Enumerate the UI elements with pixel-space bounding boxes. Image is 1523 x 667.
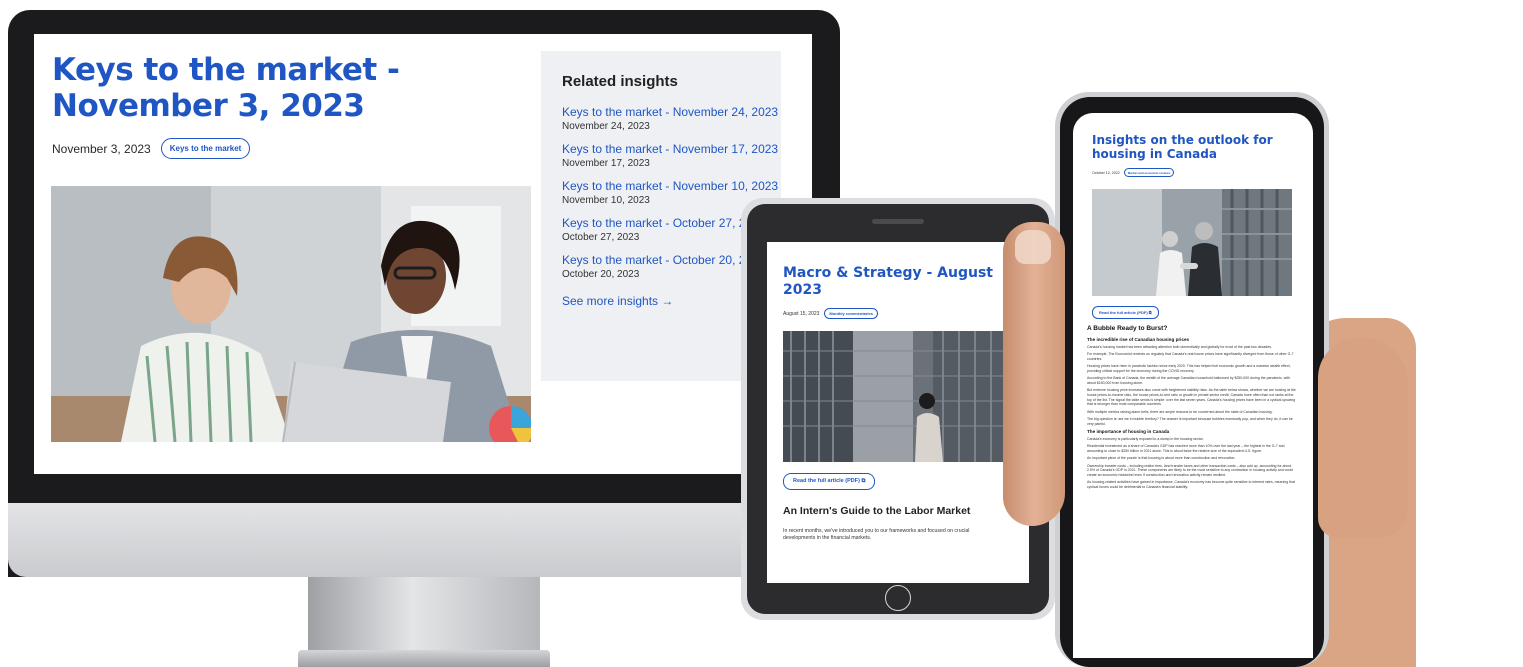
phone-paragraph: Housing prices have risen in parabolic f… — [1087, 364, 1291, 373]
phone-read-full-article-button[interactable]: Read the full article (PDF) ⧉ — [1092, 306, 1159, 319]
related-item-link[interactable]: Keys to the market - October 20, 2023 — [562, 252, 765, 268]
tablet-hero-image — [783, 331, 1019, 462]
related-item-date: November 24, 2023 — [562, 121, 650, 132]
tablet-page-title: Macro & Strategy - August 2023 — [783, 265, 993, 298]
tablet-screen: Macro & Strategy - August 2023 August 15… — [767, 242, 1029, 583]
tablet-paragraph: In recent months, we've introduced you t… — [783, 528, 970, 541]
page-title: Keys to the market - November 3, 2023 — [52, 52, 400, 124]
phone-paragraph: An important piece of the puzzle is that… — [1087, 456, 1236, 461]
phone-subheading: The importance of housing in Canada — [1087, 428, 1170, 434]
phone-page-title: Insights on the outlook for housing in C… — [1092, 133, 1273, 161]
two-women-at-laptop-image — [51, 186, 531, 442]
phone-paragraph: Residential investment as a share of Can… — [1087, 444, 1285, 453]
phone-article-meta: October 12, 2022 Market and economic rev… — [1092, 168, 1175, 177]
hand-fingers — [1318, 338, 1408, 538]
related-item-link[interactable]: Keys to the market - October 27, 2023 — [562, 215, 765, 231]
tablet-speaker — [872, 219, 924, 224]
category-tag[interactable]: Keys to the market — [160, 138, 251, 159]
phone-hero-image — [1092, 189, 1292, 296]
phone-bezel: Insights on the outlook for housing in C… — [1060, 97, 1324, 667]
monitor-chin — [8, 503, 840, 577]
hero-image — [51, 186, 531, 442]
smartphone: Insights on the outlook for housing in C… — [1055, 92, 1329, 667]
phone-screen: Insights on the outlook for housing in C… — [1073, 113, 1313, 658]
related-item-link[interactable]: Keys to the market - November 24, 2023 — [562, 104, 778, 120]
related-item-date: November 10, 2023 — [562, 195, 650, 206]
monitor-stand-base — [298, 650, 550, 667]
related-item: Keys to the market - November 24, 2023 N… — [562, 104, 778, 132]
related-item-link[interactable]: Keys to the market - November 10, 2023 — [562, 178, 778, 194]
tablet-read-full-article-button[interactable]: Read the full article (PDF) ⧉ — [783, 473, 876, 490]
phone-category-tag[interactable]: Market and economic reviews — [1123, 168, 1175, 177]
related-item-date: November 17, 2023 — [562, 158, 650, 169]
phone-paragraph: Canada's housing market has been attract… — [1087, 345, 1272, 349]
related-item: Keys to the market - November 17, 2023 N… — [562, 141, 778, 169]
phone-paragraph: As housing-related activities have gaine… — [1087, 480, 1295, 489]
tablet-section-heading: An Intern's Guide to the Labor Market — [783, 505, 971, 517]
article-meta: November 3, 2023 Keys to the market — [52, 138, 251, 159]
tablet-article-date: August 15, 2023 — [783, 310, 820, 317]
phone-paragraph: With multiple metrics raising alarm bell… — [1087, 409, 1273, 414]
article-date: November 3, 2023 — [52, 141, 151, 156]
related-item-link[interactable]: Keys to the market - November 17, 2023 — [562, 141, 778, 157]
phone-subheading: The incredible rise of Canadian housing … — [1087, 337, 1190, 342]
related-item: Keys to the market - November 10, 2023 N… — [562, 178, 778, 206]
hand-thumb — [1003, 222, 1065, 526]
desktop-screen: Keys to the market - November 3, 2023 No… — [34, 34, 812, 474]
phone-paragraph: According to the Bank of Canada, the wea… — [1087, 376, 1290, 385]
phone-section-heading: A Bubble Ready to Burst? — [1087, 325, 1168, 332]
related-insights-heading: Related insights — [562, 73, 678, 90]
phone-article-date: October 12, 2022 — [1092, 170, 1120, 175]
home-button-icon[interactable] — [885, 585, 911, 611]
related-item-date: October 27, 2023 — [562, 232, 640, 243]
phone-paragraph: Ownership transfer costs – including rea… — [1087, 463, 1293, 477]
woman-city-skyscrapers-image — [783, 331, 1019, 462]
thumb-nail — [1015, 230, 1051, 264]
monitor-stand-neck — [308, 577, 540, 657]
phone-paragraph: But extreme housing price increases also… — [1087, 388, 1296, 407]
related-item: Keys to the market - October 20, 2023 Oc… — [562, 252, 765, 280]
tablet-article-meta: August 15, 2023 Monthly commentaries — [783, 308, 878, 319]
phone-paragraph: Canada's economy is particularly exposed… — [1087, 436, 1204, 441]
phone-article-body: A Bubble Ready to Burst? The incredible … — [1087, 325, 1297, 492]
tablet-category-tag[interactable]: Monthly commentaries — [824, 308, 878, 319]
phone-paragraph: For example, The Economist reminds us re… — [1087, 352, 1294, 361]
desktop-monitor: Keys to the market - November 3, 2023 No… — [0, 0, 842, 667]
related-item-date: October 20, 2023 — [562, 269, 640, 280]
business-handshake-image — [1092, 189, 1292, 296]
related-item: Keys to the market - October 27, 2023 Oc… — [562, 215, 765, 243]
phone-paragraph: The big question is: are we in bubble te… — [1087, 416, 1293, 426]
